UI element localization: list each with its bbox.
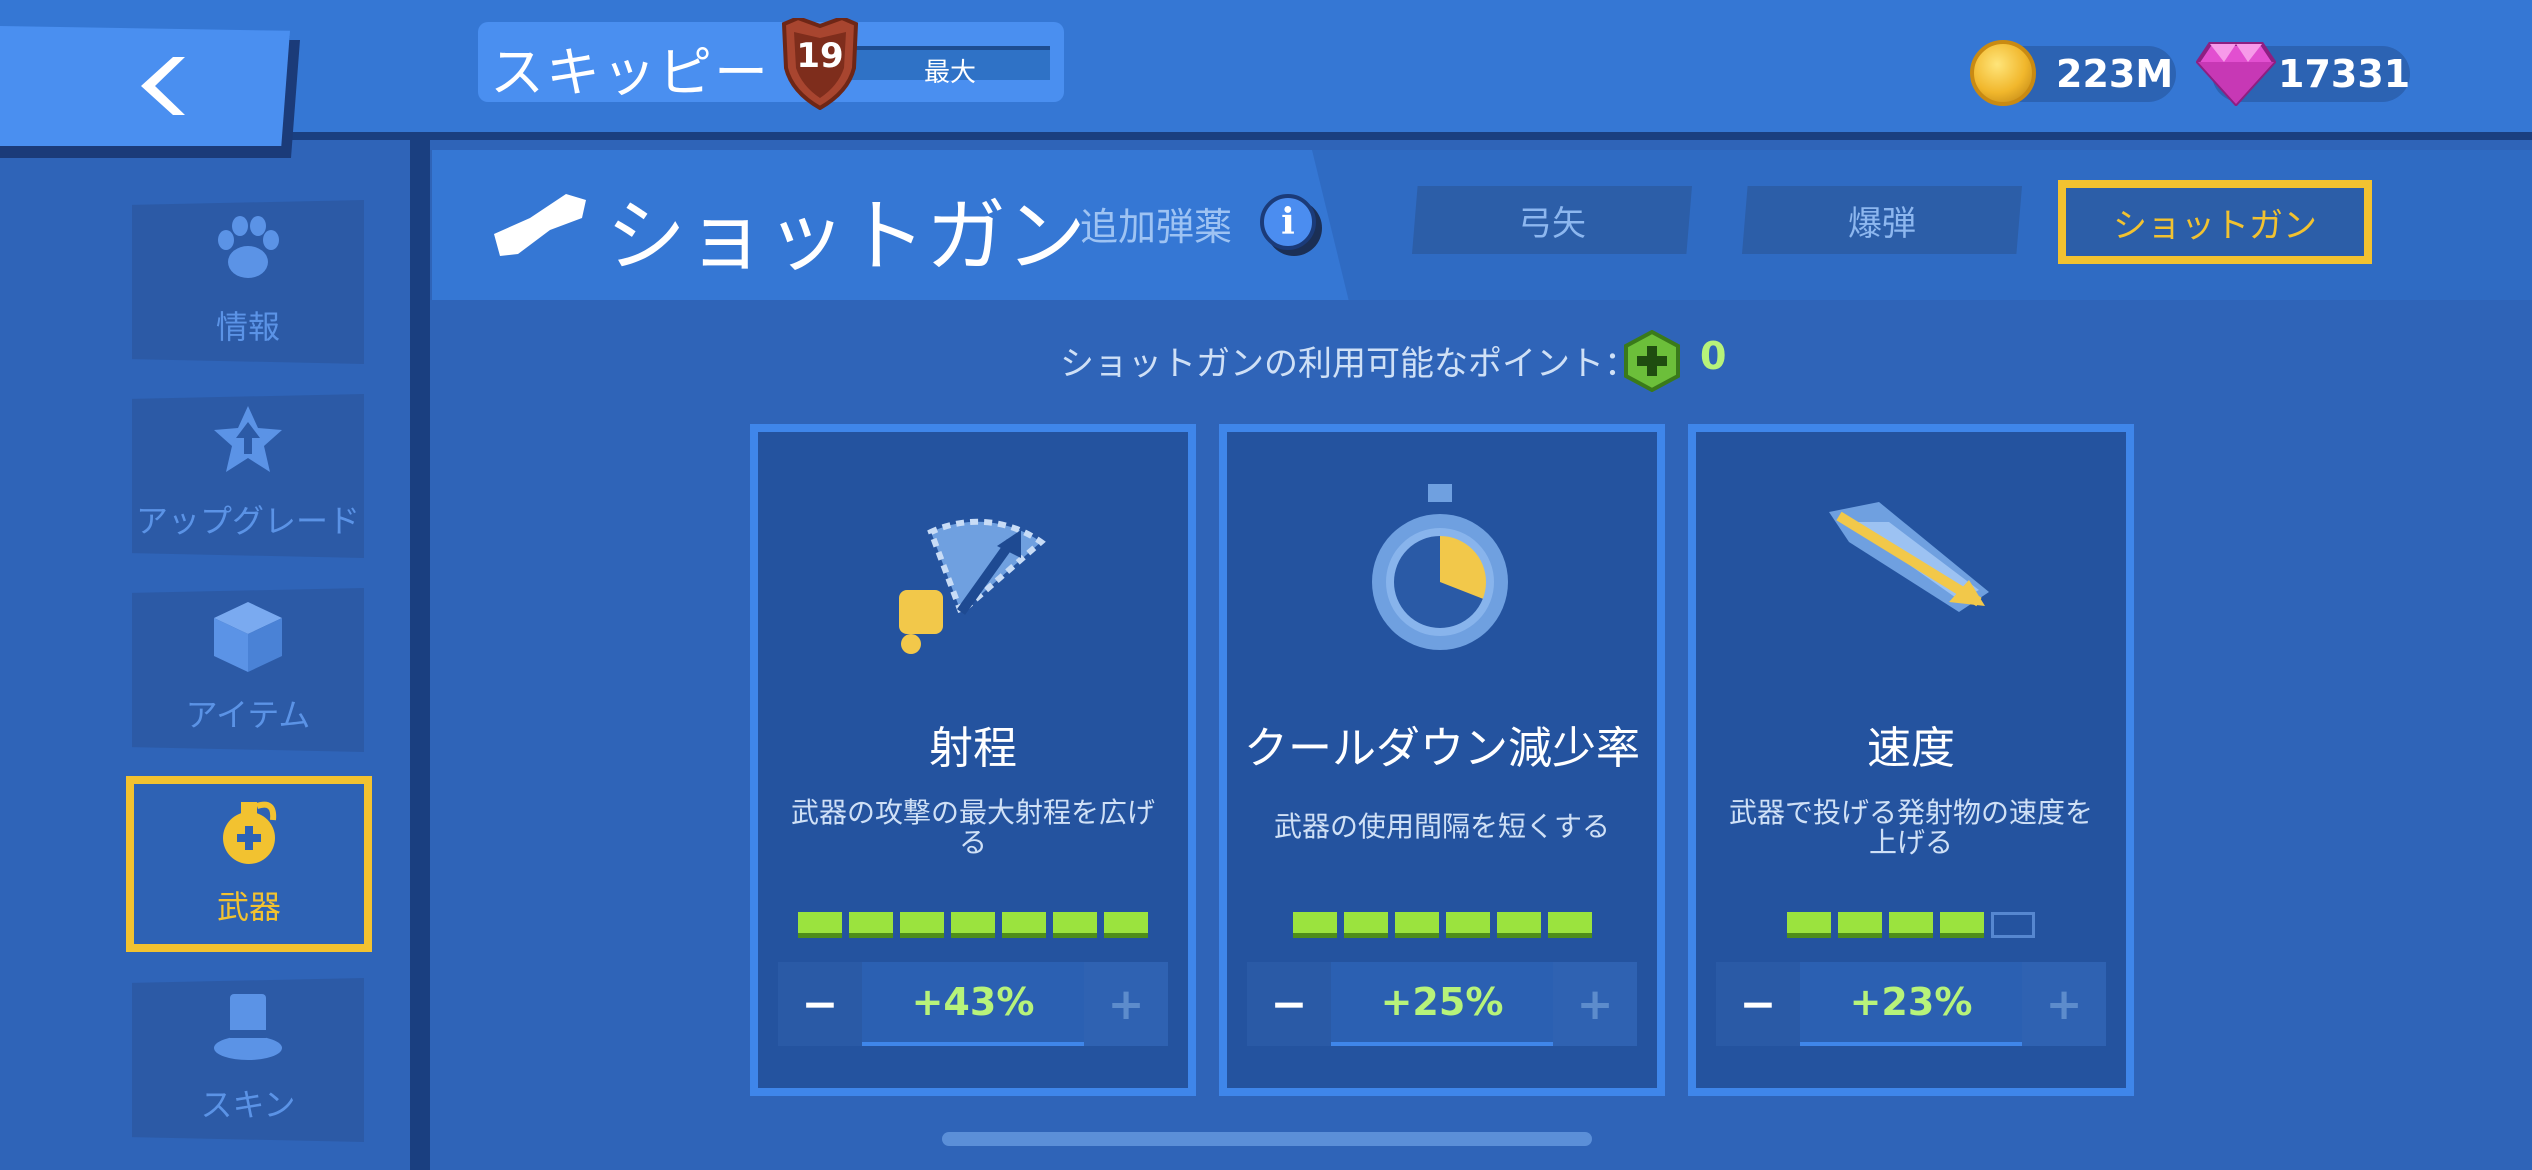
increase-button[interactable]: + <box>1553 962 1637 1046</box>
stat-stepper: − +23% + <box>1716 962 2106 1046</box>
xp-bar: 最大 <box>850 46 1050 88</box>
increase-button[interactable]: + <box>1084 962 1168 1046</box>
weapon-subtitle: 追加弾薬 <box>1080 205 1233 249</box>
level-pip <box>1343 912 1388 938</box>
level-pips <box>1227 912 1657 938</box>
stat-value: +43% <box>862 962 1084 1046</box>
sidebar-item-upgrade[interactable]: アップグレード <box>132 394 364 558</box>
level-pip <box>1053 912 1097 938</box>
sidebar-divider <box>410 140 430 1170</box>
rank-level: 19 <box>796 36 844 76</box>
level-pip <box>1889 912 1933 938</box>
sidebar-item-label: スキン <box>200 1086 296 1124</box>
shotgun-icon <box>494 194 586 256</box>
gem-amount: 17331 <box>2278 52 2411 96</box>
coin-amount: 223M <box>2056 52 2174 96</box>
stat-title: 速度 <box>1867 723 1955 774</box>
range-icon <box>899 518 1046 654</box>
gem-icon <box>2196 42 2276 106</box>
level-pip <box>798 912 842 938</box>
speed-arrow-icon <box>1829 502 1989 612</box>
info-icon: i <box>1281 201 1295 243</box>
sidebar-item-skins[interactable]: スキン <box>132 978 364 1142</box>
level-pip <box>1394 912 1439 938</box>
upgrade-star-icon <box>214 406 282 472</box>
stat-title: 射程 <box>929 723 1017 774</box>
paw-icon <box>218 216 279 278</box>
stat-stepper: − +43% + <box>778 962 1168 1046</box>
stat-card-cooldown: クールダウン減少率 武器の使用間隔を短くする − +25% + <box>1219 424 1665 1096</box>
back-button[interactable] <box>0 26 290 146</box>
info-button[interactable]: i <box>1260 194 1316 250</box>
sidebar-item-label: 武器 <box>216 888 281 926</box>
scroll-indicator[interactable] <box>942 1132 1592 1146</box>
tab-shotgun[interactable]: ショットガン <box>2058 180 2372 264</box>
level-pip <box>951 912 995 938</box>
increase-button[interactable]: + <box>2022 962 2106 1046</box>
stat-value: +23% <box>1800 962 2022 1046</box>
level-pip <box>1547 912 1592 938</box>
decrease-button[interactable]: − <box>1247 962 1331 1046</box>
stopwatch-icon <box>1372 484 1508 650</box>
level-pip <box>1940 912 1984 938</box>
level-pips <box>758 912 1188 938</box>
coin-icon <box>1970 40 2036 106</box>
stat-description: 武器の攻撃の最大射程を広げる <box>790 796 1155 859</box>
weapon-title: ショットガン <box>606 190 1086 283</box>
available-points-label: ショットガンの利用可能なポイント： <box>1060 344 1638 384</box>
level-pip <box>1292 912 1337 938</box>
decrease-button[interactable]: − <box>778 962 862 1046</box>
sidebar-item-info[interactable]: 情報 <box>132 200 364 364</box>
chevron-left-icon <box>141 57 185 115</box>
level-pip <box>849 912 893 938</box>
cube-icon <box>214 602 282 672</box>
tab-bow[interactable]: 弓矢 <box>1412 186 1692 254</box>
decrease-button[interactable]: − <box>1716 962 1800 1046</box>
stat-card-speed: 速度 武器で投げる発射物の速度を上げる − +23% + <box>1688 424 2134 1096</box>
plus-gem-icon <box>1624 330 1680 392</box>
tab-bomb[interactable]: 爆弾 <box>1742 186 2022 254</box>
player-name: スキッピー <box>490 41 770 104</box>
sidebar-item-label: アップグレード <box>135 502 360 540</box>
stat-title: クールダウン減少率 <box>1244 723 1640 774</box>
stat-description: 武器で投げる発射物の速度を上げる <box>1728 796 2093 859</box>
available-points-value: 0 <box>1700 334 1727 378</box>
level-pip <box>1104 912 1148 938</box>
sidebar-item-label: 情報 <box>215 308 280 346</box>
stat-stepper: − +25% + <box>1247 962 1637 1046</box>
level-pip <box>1445 912 1490 938</box>
stat-description: 武器の使用間隔を短くする <box>1273 810 1610 843</box>
sidebar-item-label: アイテム <box>185 696 311 734</box>
stat-value: +25% <box>1331 962 1553 1046</box>
level-pip <box>1496 912 1541 938</box>
level-pip <box>1787 912 1831 938</box>
rank-badge: 19 <box>778 15 862 111</box>
level-pips <box>1696 912 2126 938</box>
rank-status-label: 最大 <box>923 58 976 88</box>
sidebar-item-weapons[interactable]: 武器 <box>126 776 372 952</box>
grenade-icon <box>223 801 277 864</box>
level-pip <box>1838 912 1882 938</box>
level-pip <box>1002 912 1046 938</box>
player-panel: スキッピー 最大 19 <box>478 15 1064 111</box>
sidebar-item-items[interactable]: アイテム <box>132 588 364 752</box>
level-pip <box>900 912 944 938</box>
stat-card-range: 射程 武器の攻撃の最大射程を広げる − +43% + <box>750 424 1196 1096</box>
level-pip-empty <box>1991 912 2035 938</box>
top-hat-icon <box>214 994 282 1060</box>
